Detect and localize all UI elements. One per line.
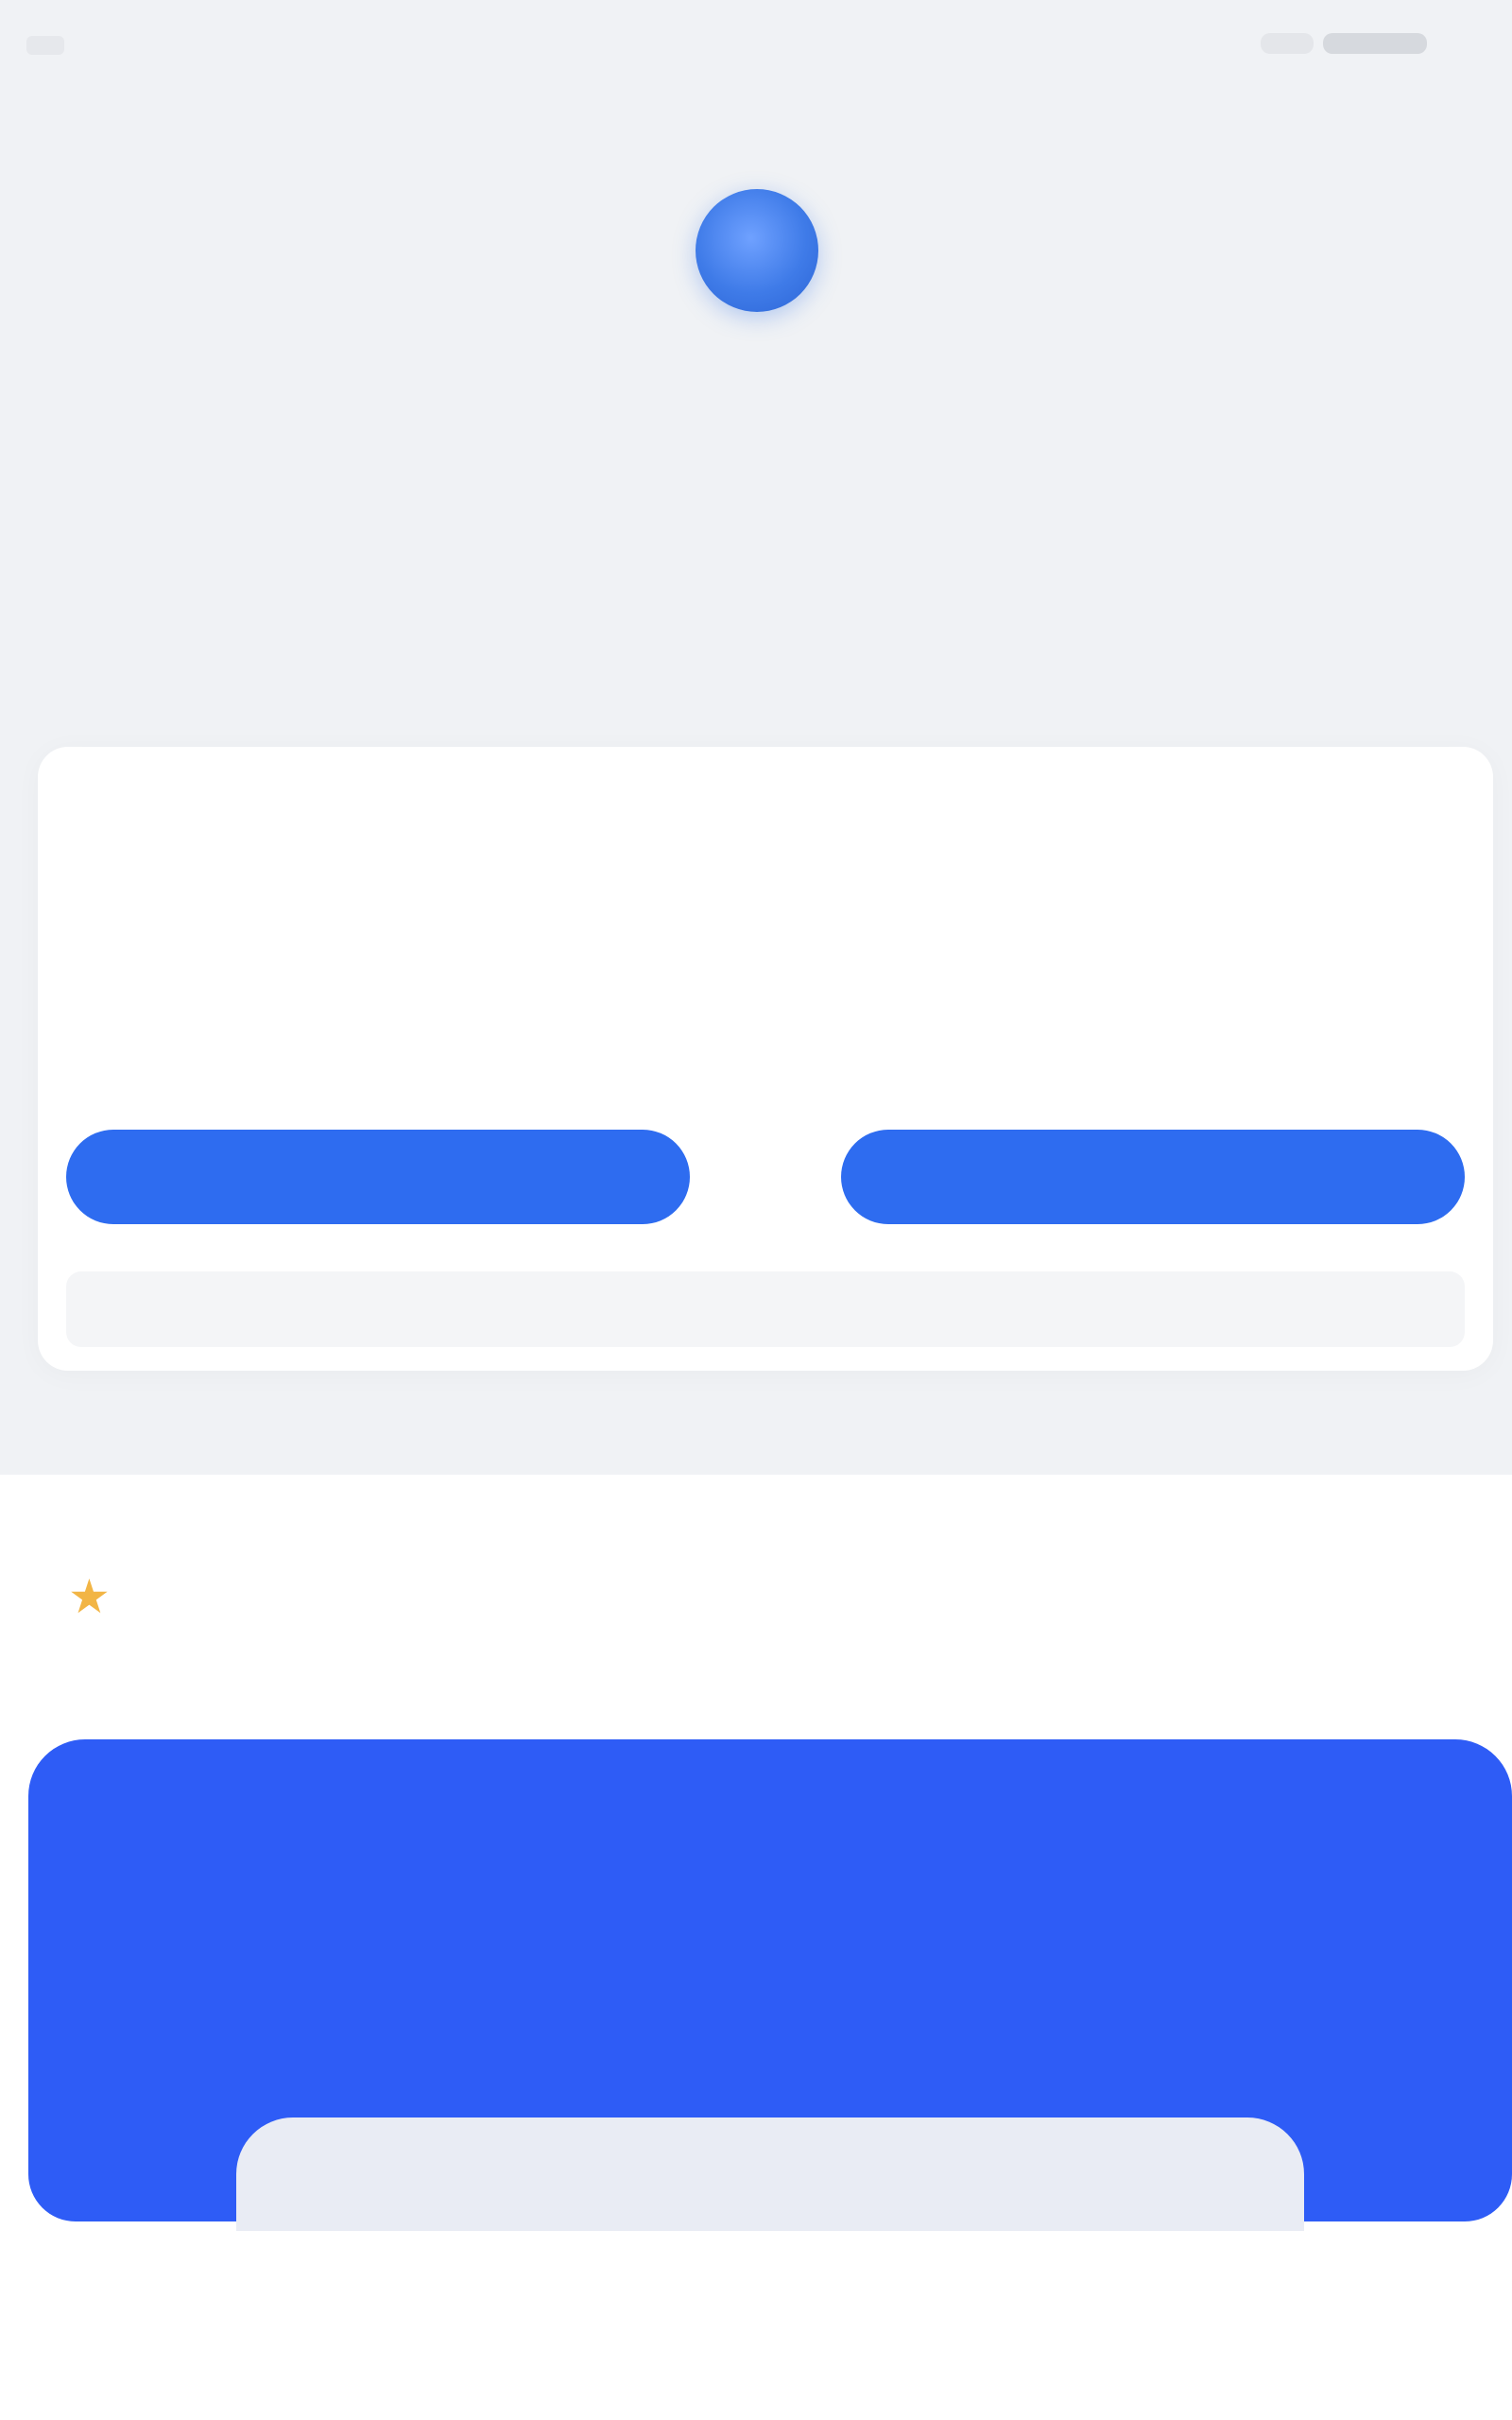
star-icon: ★ bbox=[68, 1569, 111, 1624]
signal-icon bbox=[1261, 33, 1314, 54]
battery-icon bbox=[1323, 33, 1427, 54]
feature-section: ★ bbox=[0, 1475, 1512, 2420]
logo-caption bbox=[662, 354, 850, 383]
promo-tag bbox=[236, 2118, 1304, 2231]
promo-banner[interactable] bbox=[28, 1739, 1512, 2231]
app-logo-icon bbox=[696, 189, 818, 312]
app-screen: ★ bbox=[0, 0, 1512, 2420]
status-bar bbox=[0, 0, 1512, 95]
feature-header: ★ bbox=[38, 1569, 111, 1632]
login-button[interactable] bbox=[66, 1130, 690, 1224]
login-card bbox=[38, 747, 1493, 1371]
card-footer bbox=[66, 1271, 1465, 1347]
status-indicators bbox=[1261, 23, 1427, 64]
register-button[interactable] bbox=[841, 1130, 1465, 1224]
status-time bbox=[26, 36, 64, 55]
status-left bbox=[26, 28, 72, 62]
